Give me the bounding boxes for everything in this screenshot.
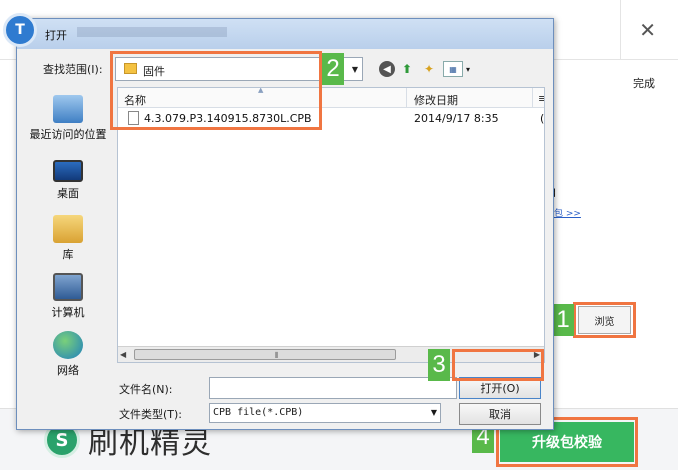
- place-label: 网络: [57, 364, 79, 377]
- header-divider: [620, 0, 621, 60]
- place-label: 最近访问的位置: [29, 128, 107, 141]
- new-folder-icon[interactable]: ✦: [421, 61, 437, 77]
- file-type-value: CPB file(*.CPB): [213, 407, 304, 418]
- file-extra-column: (: [540, 112, 545, 125]
- place-library[interactable]: 库: [23, 215, 113, 262]
- highlight-outline-look-in: [110, 51, 322, 130]
- recent-places-icon: [53, 95, 83, 123]
- view-menu-icon[interactable]: ▦: [443, 61, 463, 77]
- network-icon: [53, 331, 83, 359]
- dialog-titlebar[interactable]: T 打开: [3, 13, 553, 49]
- cancel-button[interactable]: 取消: [459, 403, 541, 425]
- place-desktop[interactable]: 桌面: [23, 157, 113, 201]
- column-divider[interactable]: [406, 88, 407, 108]
- desktop-icon: [53, 160, 83, 182]
- view-chevron-down-icon[interactable]: ▾: [463, 61, 473, 77]
- chevron-down-icon[interactable]: ▼: [431, 408, 437, 417]
- file-name-input[interactable]: [209, 377, 457, 399]
- place-label: 计算机: [51, 306, 85, 319]
- back-arrow-icon[interactable]: ◀: [379, 61, 395, 77]
- file-name-label: 文件名(N):: [119, 383, 173, 396]
- file-type-label: 文件类型(T):: [119, 408, 183, 421]
- place-label: 桌面: [57, 187, 79, 200]
- places-bar: 最近访问的位置 桌面 库 计算机 网络: [23, 91, 113, 411]
- place-label: 库: [62, 248, 74, 261]
- file-type-select[interactable]: CPB file(*.CPB) ▼: [209, 403, 441, 423]
- app-logo-icon: T: [3, 13, 37, 47]
- scroll-thumb[interactable]: ⦀: [134, 349, 396, 360]
- library-icon: [53, 215, 83, 243]
- place-network[interactable]: 网络: [23, 331, 113, 378]
- look-in-label: 查找范围(I):: [43, 63, 103, 76]
- scroll-left-icon[interactable]: ◀: [120, 350, 126, 359]
- scroll-grip-icon: ⦀: [275, 351, 279, 360]
- step-badge-3: 3: [428, 349, 450, 381]
- step-badge-2: 2: [322, 53, 344, 85]
- step-done-label: 完成: [633, 77, 655, 90]
- up-folder-icon[interactable]: ⬆: [399, 61, 415, 77]
- highlight-outline-open: [452, 349, 544, 381]
- column-header-modified[interactable]: 修改日期: [414, 92, 458, 108]
- column-header-extra[interactable]: ≡: [538, 92, 544, 105]
- close-icon[interactable]: ✕: [639, 18, 656, 42]
- blurred-window-title: [77, 27, 227, 37]
- chevron-down-icon[interactable]: ▼: [347, 57, 363, 81]
- computer-icon: [53, 273, 83, 301]
- column-divider[interactable]: [532, 88, 533, 108]
- dialog-title: 打开: [45, 29, 67, 42]
- file-modified: 2014/9/17 8:35: [414, 112, 499, 125]
- place-computer[interactable]: 计算机: [23, 273, 113, 320]
- highlight-outline-browse: [573, 302, 636, 338]
- step-badge-1: 1: [552, 304, 574, 336]
- place-recent[interactable]: 最近访问的位置: [23, 95, 113, 142]
